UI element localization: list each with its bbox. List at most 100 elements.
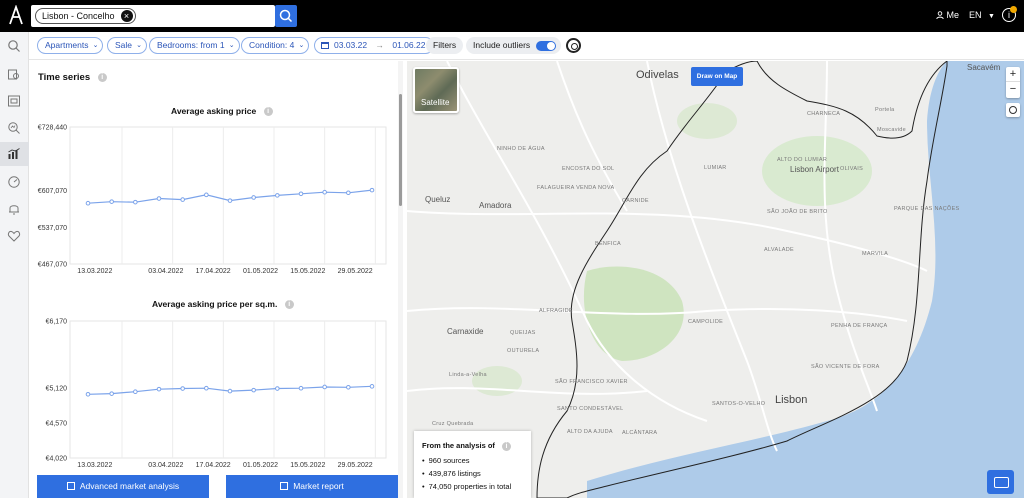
data-point bbox=[251, 387, 256, 393]
analysis-icon bbox=[8, 122, 20, 134]
y-tick-label: €607,070 bbox=[38, 188, 67, 195]
sidebar-item-search[interactable] bbox=[0, 34, 29, 58]
map-place-label: Sacavém bbox=[967, 63, 1001, 72]
date-arrow: → bbox=[375, 40, 384, 50]
x-tick-label: 29.05.2022 bbox=[338, 462, 373, 469]
map-place-label: ALCÂNTARA bbox=[622, 430, 658, 436]
user-label: Me bbox=[946, 10, 960, 20]
zoom-out-button[interactable]: − bbox=[1006, 82, 1020, 97]
draw-on-map-button[interactable]: Draw on Map bbox=[691, 67, 743, 86]
market-report-button[interactable]: Market report bbox=[226, 475, 398, 498]
map-place-label: Portela bbox=[875, 107, 895, 113]
info-icon[interactable]: i bbox=[284, 300, 294, 310]
chat-icon[interactable] bbox=[987, 470, 1014, 494]
data-point bbox=[180, 197, 185, 202]
map-place-label: Moscavide bbox=[877, 127, 906, 133]
map-place-label: ALTO DO LUMIAR bbox=[777, 157, 828, 163]
y-tick-label: €537,070 bbox=[38, 225, 67, 232]
location-chip-label: Lisbon - Concelho bbox=[42, 11, 115, 21]
price-per-sqm-chart: €6,170 €5,120 €4,570 €4,020 13.03.2022 03.04.… bbox=[46, 319, 387, 469]
chevron-down-icon: ⌄ bbox=[298, 42, 305, 49]
sidebar-item-alerts[interactable] bbox=[0, 197, 29, 221]
condition-filter[interactable]: Condition: 4 ⌄ bbox=[241, 37, 310, 54]
sidebar-item-listings[interactable] bbox=[0, 89, 29, 113]
location-search-input[interactable]: Lisbon - Concelho × bbox=[31, 5, 275, 27]
filters-button[interactable]: Filters bbox=[426, 37, 464, 54]
x-tick-label: 17.04.2022 bbox=[196, 268, 231, 275]
chevron-down-icon: ⌄ bbox=[228, 42, 235, 49]
sidebar-item-benchmark[interactable] bbox=[0, 170, 29, 194]
data-point bbox=[85, 200, 91, 206]
outliers-switch[interactable] bbox=[536, 41, 556, 51]
search-icon bbox=[8, 40, 20, 52]
x-tick-label: 13.03.2022 bbox=[77, 462, 112, 469]
satellite-toggle[interactable]: Satellite bbox=[413, 67, 459, 113]
map-place-label: CARNIDE bbox=[622, 198, 649, 204]
language-select[interactable]: EN ▼ bbox=[969, 10, 995, 20]
map-place-label: PARQUE DAS NAÇÕES bbox=[894, 206, 960, 212]
locate-icon[interactable] bbox=[1006, 103, 1020, 117]
map-place-label: CHARNECA bbox=[807, 111, 841, 117]
data-point bbox=[322, 384, 327, 390]
scrollbar-thumb[interactable] bbox=[399, 94, 402, 206]
x-tick-label: 17.04.2022 bbox=[196, 462, 231, 469]
data-point bbox=[346, 384, 351, 390]
bedrooms-filter[interactable]: Bedrooms: from 1 ⌄ bbox=[149, 37, 240, 54]
advanced-analysis-button[interactable]: Advanced market analysis bbox=[37, 475, 209, 498]
map-place-label: SÃO VICENTE DE FORA bbox=[811, 364, 880, 370]
y-tick-label: €4,570 bbox=[46, 420, 68, 427]
map[interactable]: Odivelas Sacavém CHARNECA Lisbon Airport Por… bbox=[407, 61, 1024, 498]
sidebar-item-time-series[interactable] bbox=[0, 142, 29, 166]
info-icon[interactable]: i bbox=[97, 72, 107, 82]
reset-icon[interactable] bbox=[566, 38, 581, 53]
close-icon[interactable]: × bbox=[120, 10, 133, 22]
draw-on-map-label: Draw on Map bbox=[696, 73, 738, 80]
info-icon[interactable]: i bbox=[502, 441, 512, 451]
time-series-icon bbox=[8, 148, 20, 159]
advanced-analysis-label: Advanced market analysis bbox=[79, 481, 180, 491]
date-range-filter[interactable]: 03.03.22 → 01.06.22 bbox=[314, 37, 435, 54]
data-point bbox=[156, 386, 162, 392]
zoom-in-button[interactable]: + bbox=[1006, 67, 1020, 82]
sidebar-item-valuation[interactable] bbox=[0, 62, 29, 86]
logo-icon[interactable] bbox=[8, 5, 24, 25]
search-button[interactable] bbox=[275, 5, 297, 27]
user-menu[interactable]: Me bbox=[936, 10, 959, 20]
panel-title: Time series i bbox=[38, 72, 107, 83]
data-point bbox=[251, 195, 256, 200]
map-place-label: SANTOS-O-VELHO bbox=[712, 401, 766, 407]
map-place-label: ALVALADE bbox=[764, 247, 795, 253]
analysis-sources: 960 sources bbox=[422, 456, 470, 465]
x-tick-label: 29.05.2022 bbox=[338, 268, 373, 275]
map-place-label: Linda-a-Velha bbox=[449, 372, 487, 378]
date-from: 03.03.22 bbox=[334, 40, 368, 50]
map-place-label: CAMPOLIDE bbox=[688, 319, 724, 325]
property-type-filter[interactable]: Apartments ⌄ bbox=[37, 37, 104, 54]
map-place-label: Lisbon bbox=[775, 394, 808, 406]
filters-label: Filters bbox=[433, 40, 457, 50]
sidebar-item-analysis[interactable] bbox=[0, 116, 29, 140]
data-point bbox=[298, 191, 304, 197]
sidebar-item-favorites[interactable] bbox=[0, 224, 29, 248]
chevron-down-icon: ⌄ bbox=[92, 42, 99, 49]
y-tick-label: €6,170 bbox=[46, 319, 68, 326]
info-icon[interactable]: i bbox=[263, 107, 273, 117]
satellite-label: Satellite bbox=[421, 98, 450, 107]
map-place-label: Carnaxide bbox=[447, 327, 484, 336]
report-icon bbox=[280, 482, 289, 490]
data-point bbox=[85, 391, 91, 397]
analysis-listings: 439,876 listings bbox=[422, 469, 481, 478]
market-report-label: Market report bbox=[293, 481, 344, 491]
average-price-chart: €728,440 €607,070 €537,070 €467,070 13.03.20… bbox=[38, 125, 387, 275]
language-label: EN bbox=[969, 10, 982, 20]
map-place-label: Lisbon Airport bbox=[790, 165, 839, 174]
data-point bbox=[204, 192, 209, 198]
alert-icon bbox=[9, 205, 19, 215]
y-tick-label: €728,440 bbox=[38, 125, 67, 132]
data-point bbox=[227, 388, 233, 394]
map-place-label: QUEIJAS bbox=[510, 330, 536, 336]
transaction-filter[interactable]: Sale ⌄ bbox=[107, 37, 148, 54]
map-place-label: SÃO FRANCISCO XAVIER bbox=[555, 379, 628, 385]
data-point bbox=[369, 187, 375, 193]
map-place-label: MARVILA bbox=[862, 251, 889, 257]
